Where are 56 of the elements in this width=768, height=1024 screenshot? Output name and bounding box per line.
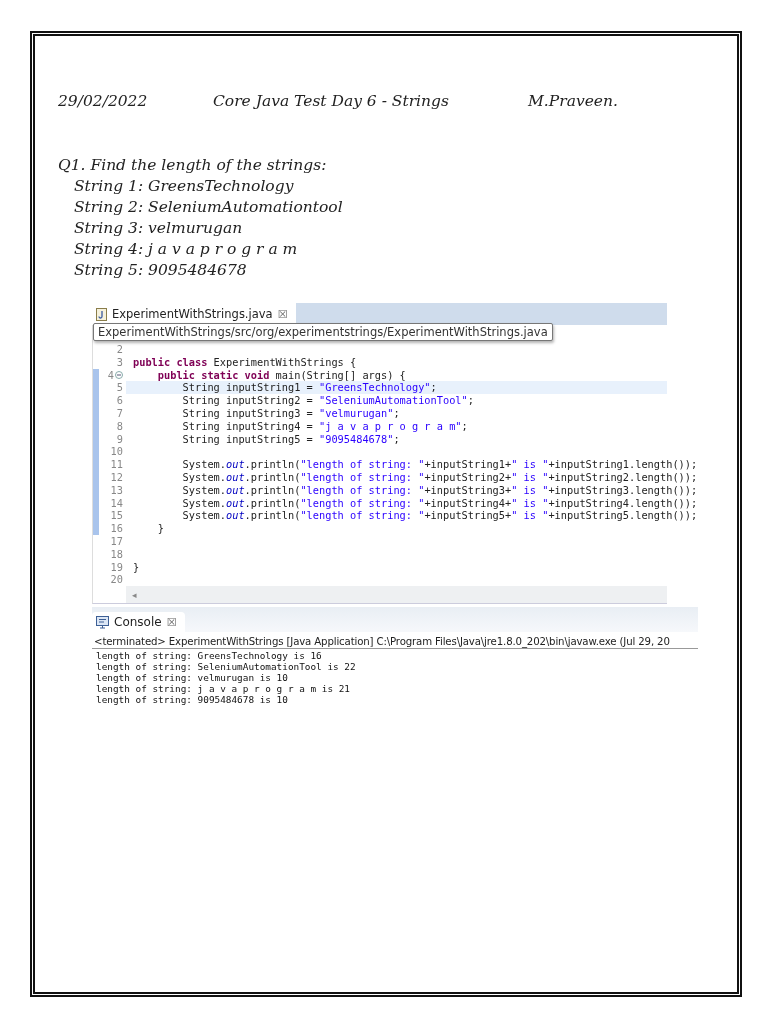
line-number: 5	[116, 381, 123, 395]
string-item: String 1: GreensTechnology	[73, 176, 295, 197]
line-number: 13	[110, 483, 123, 497]
code-line: System.out.println("length of string: "+inputString3+" is "+inputString3.length());	[181, 483, 698, 496]
code-line: String inputString5 = "9095484678";	[181, 432, 400, 445]
code-line: System.out.println("length of string: "+inputString1+" is "+inputString1.length());	[181, 458, 698, 471]
string-item: String 3: velmurugan	[73, 218, 244, 239]
editor-tab[interactable]: ExperimentWithStrings.java ☒	[92, 303, 296, 325]
console-icon	[96, 615, 109, 629]
line-number: 10	[110, 445, 123, 459]
line-number: 11	[110, 458, 123, 471]
line-number: 6	[116, 394, 123, 407]
console-output-line: length of string: velmurugan is 10	[96, 672, 289, 684]
java-file-icon	[96, 307, 107, 321]
line-number: 18	[110, 547, 123, 561]
code-line: System.out.println("length of string: "+inputString4+" is "+inputString4.length());	[181, 496, 698, 509]
code-line: System.out.println("length of string: "+inputString5+" is "+inputString5.length());	[181, 509, 698, 522]
string-item: String 2: SeleniumAutomationtool	[73, 197, 344, 218]
line-number: 14	[110, 496, 123, 510]
code-line: String inputString4 = "j a v a p r o g r a m";	[181, 419, 468, 432]
console-output-line: length of string: SeleniumAutomationTool is 22	[96, 661, 357, 673]
path-tooltip: ExperimentWithStrings/src/org/experimentstrings/ExperimentWithStrings.java	[93, 323, 553, 341]
code-line: String inputString3 = "velmurugan";	[181, 407, 400, 419]
document-title: Core Java Test Day 6 - Strings	[213, 92, 450, 110]
code-line: public static void main(String[] args) {	[156, 368, 406, 381]
string-item: String 5: 9095484678	[73, 260, 248, 281]
console-tab[interactable]: Console ☒	[92, 612, 185, 633]
line-number: 4	[107, 368, 114, 382]
line-number: 12	[110, 470, 123, 484]
console-output-line: length of string: GreensTechnology is 16	[96, 650, 323, 662]
line-number: 19	[110, 560, 123, 574]
author-name: M.Praveen.	[528, 92, 618, 110]
line-number: 8	[116, 419, 123, 433]
line-number: 2	[116, 343, 123, 356]
code-line: }	[156, 522, 164, 535]
line-number: 7	[116, 407, 123, 420]
close-icon[interactable]: ☒	[166, 615, 177, 629]
code-line: public class ExperimentWithStrings {	[133, 355, 357, 368]
code-line: String inputString2 = "SeleniumAutomationTool";	[181, 394, 474, 407]
line-number: 3	[116, 355, 123, 369]
document-date: 29/02/2022	[58, 92, 149, 110]
string-item: String 4: j a v a p r o g r a m	[73, 239, 299, 260]
line-number: 15	[110, 509, 123, 523]
console-output-line: length of string: j a v a p r o g r a m is 21	[96, 683, 351, 695]
line-number: 16	[110, 522, 123, 535]
console-status: <terminated> ExperimentWithStrings [Java Application] C:\Program Files\Java\jre1.8.0_202\bin\javaw.exe (Jul 29, 20	[92, 632, 698, 650]
question-text: Q1. Find the length of the strings:	[58, 155, 328, 176]
line-number: 20	[110, 573, 123, 587]
line-number: 9	[116, 432, 123, 446]
code-line: System.out.println("length of string: "+inputString2+" is "+inputString2.length());	[181, 470, 698, 483]
collapse-icon[interactable]	[115, 371, 123, 379]
line-number: 17	[110, 534, 123, 548]
code-line: }	[133, 560, 140, 573]
console-output-line: length of string: 9095484678 is 10	[96, 694, 289, 706]
close-icon[interactable]: ☒	[277, 307, 288, 321]
code-line: String inputString1 = "GreensTechnology";	[181, 381, 437, 394]
